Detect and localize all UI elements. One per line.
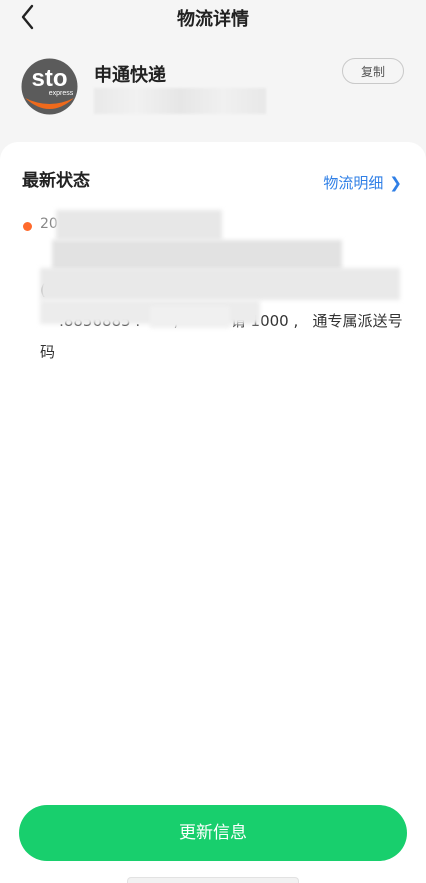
copy-button[interactable]: 复制 (342, 58, 404, 84)
status-dot-icon (23, 222, 32, 231)
svg-text:sto: sto (32, 65, 68, 92)
home-indicator (127, 877, 299, 883)
update-info-button[interactable]: 更新信息 (19, 805, 407, 861)
svg-text:express: express (49, 90, 74, 97)
tracking-number-redacted (94, 88, 266, 114)
redaction-mask (52, 240, 342, 270)
redaction-mask (56, 210, 222, 240)
logistics-detail-label: 物流明细 (323, 174, 384, 192)
redaction-mask (150, 306, 230, 328)
latest-status-title: 最新状态 (22, 171, 90, 191)
sto-logo: sto express (21, 58, 78, 115)
page-title: 物流详情 (177, 9, 249, 30)
courier-header: sto express 申通快递 复制 (0, 34, 426, 142)
courier-name: 申通快递 (94, 65, 166, 86)
latest-status-card: 最新状态 物流明细❯ 20 快递员 ( .8856885 . , 请 1000 … (0, 142, 426, 883)
logistics-detail-link[interactable]: 物流明细 ❯ (323, 172, 402, 193)
nav-bar: 物流详情 (0, 0, 426, 34)
redaction-mask (40, 268, 400, 300)
chevron-right-icon: ❯ (389, 174, 402, 192)
